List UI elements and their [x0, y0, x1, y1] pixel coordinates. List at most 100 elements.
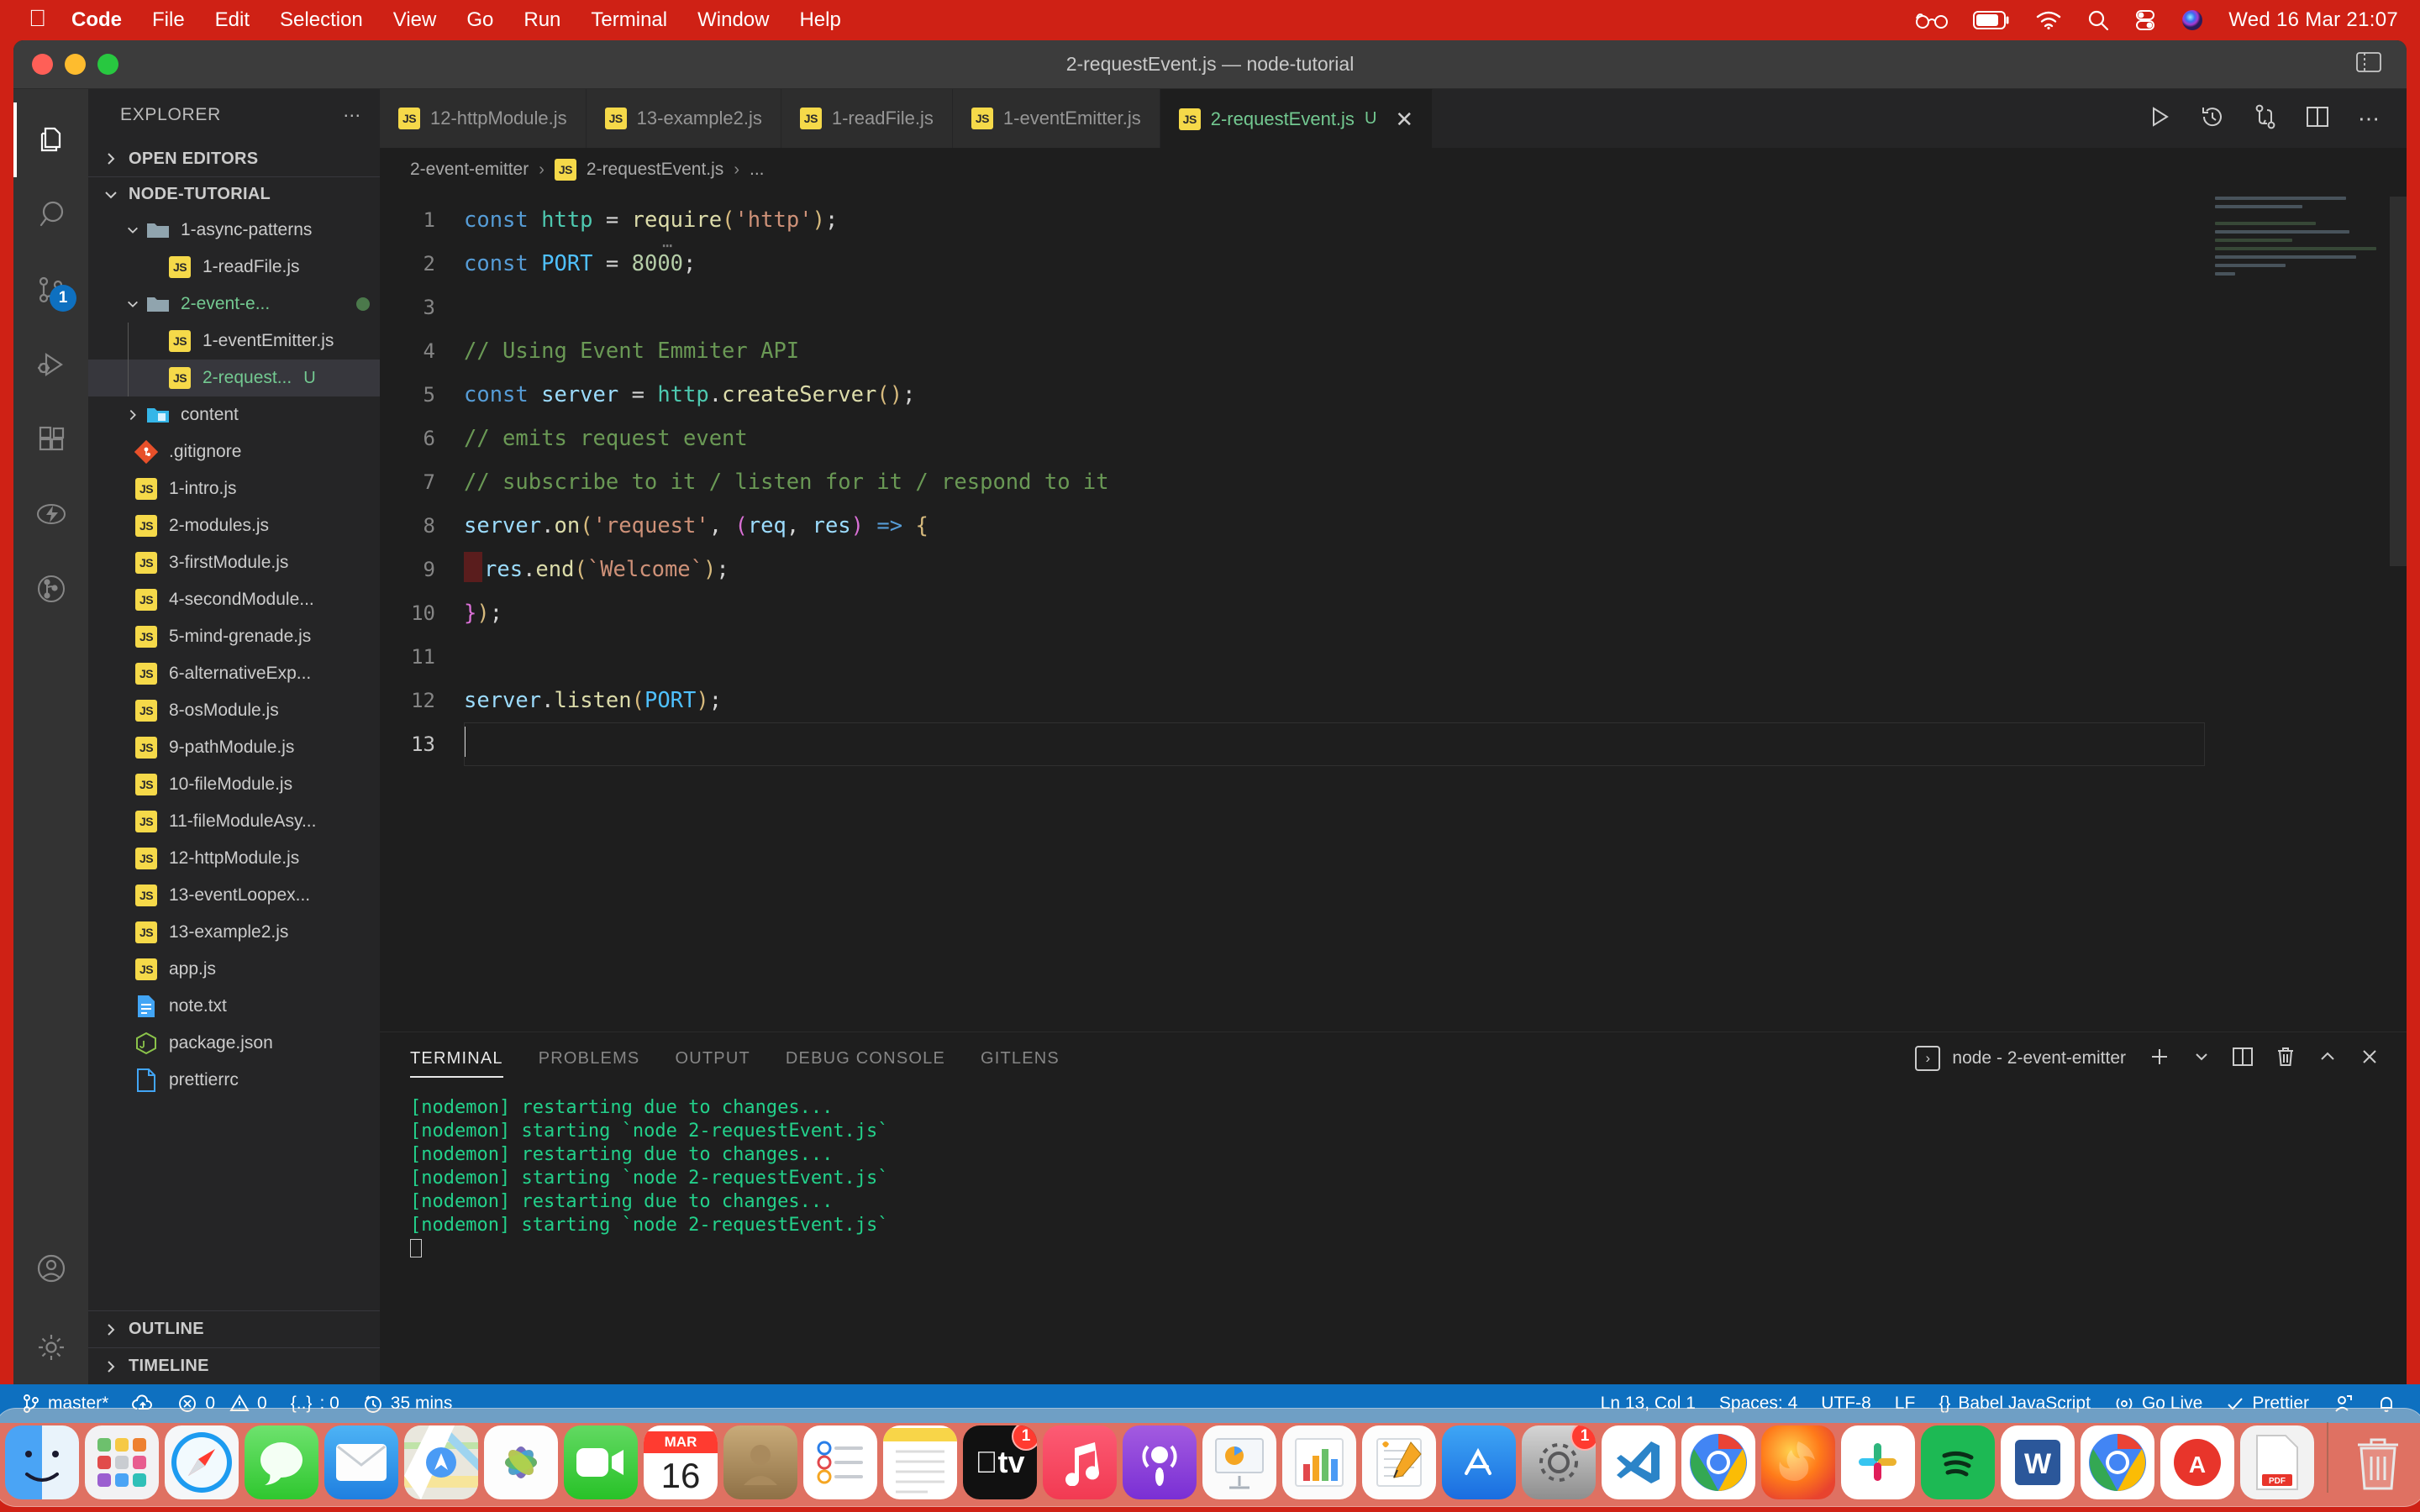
dock-item-system-preferences[interactable]: 1 [1522, 1425, 1596, 1499]
git-compare-icon[interactable] [2254, 104, 2277, 134]
dock-item-launchpad[interactable] [85, 1425, 159, 1499]
dock-item-spotify[interactable] [1921, 1425, 1995, 1499]
chevron-down-icon[interactable] [2193, 1048, 2210, 1069]
sidebar-item-gitlens[interactable] [13, 551, 88, 626]
tree-file-1-readFile-js[interactable]: JS 1-readFile.js [88, 249, 380, 286]
play-icon[interactable] [2148, 105, 2171, 133]
close-window-button[interactable] [32, 54, 53, 75]
section-open-editors[interactable]: OPEN EDITORS [88, 141, 380, 176]
menu-item-file[interactable]: File [152, 8, 185, 32]
menu-item-code[interactable]: Code [71, 8, 122, 32]
tab-1-readFile-js[interactable]: JS 1-readFile.js [781, 89, 953, 148]
tree-folder-1-async-patterns[interactable]: 1-async-patterns [88, 212, 380, 249]
tab-terminal[interactable]: TERMINAL [410, 1032, 503, 1084]
dock-item-finder[interactable] [5, 1425, 79, 1499]
tab-2-requestEvent-js[interactable]: JS 2-requestEvent.js U ✕ [1160, 89, 1433, 148]
ellipsis-icon[interactable]: ⋯ [2358, 106, 2380, 132]
tree-file-9-pathModule-js[interactable]: JS9-pathModule.js [88, 729, 380, 766]
dock-item-photos[interactable] [484, 1425, 558, 1499]
menu-item-help[interactable]: Help [799, 8, 840, 32]
tree-file-gitignore[interactable]: .gitignore [88, 433, 380, 470]
sidebar-item-thunder-client[interactable] [13, 476, 88, 551]
tab-12-httpModule-js[interactable]: JS 12-httpModule.js [380, 89, 587, 148]
dock-item-pages[interactable] [1362, 1425, 1436, 1499]
siri-icon[interactable] [2181, 9, 2203, 31]
section-node-tutorial[interactable]: NODE-TUTORIAL [88, 176, 380, 212]
customize-layout-icon[interactable] [2356, 51, 2381, 77]
minimap[interactable] [2215, 197, 2383, 297]
dock-item-calendar[interactable]: MAR 16 [644, 1425, 718, 1499]
close-icon[interactable]: ✕ [1395, 108, 1413, 130]
apple-menu-icon[interactable]:  [29, 7, 46, 30]
sidebar-item-source-control[interactable]: 1 [13, 252, 88, 327]
sidebar-item-settings[interactable] [13, 1310, 88, 1384]
search-icon[interactable] [2087, 9, 2109, 31]
close-icon[interactable] [2360, 1047, 2380, 1071]
sidebar-item-explorer[interactable] [13, 102, 88, 177]
dock-item-maps[interactable] [404, 1425, 478, 1499]
tree-file-2-requestEvent-js[interactable]: JS 2-request... U [88, 360, 380, 396]
sidebar-item-search[interactable] [13, 177, 88, 252]
dock-item-keynote[interactable] [1202, 1425, 1276, 1499]
dock-item-contacts[interactable] [723, 1425, 797, 1499]
tab-problems[interactable]: PROBLEMS [539, 1032, 640, 1084]
dock-item-app-store[interactable] [1442, 1425, 1516, 1499]
dock-item-firefox[interactable] [1761, 1425, 1835, 1499]
tab-gitlens[interactable]: GITLENS [981, 1032, 1060, 1084]
menu-item-go[interactable]: Go [466, 8, 493, 32]
tree-file-13-eventLoopexample-js[interactable]: JS13-eventLoopex... [88, 877, 380, 914]
tree-file-1-eventEmitter-js[interactable]: JS 1-eventEmitter.js [88, 323, 380, 360]
code-editor[interactable]: 1 const http = require('http');⋯ 2 const… [380, 192, 2407, 1032]
control-center-icon[interactable] [2134, 9, 2156, 31]
tree-file-1-intro-js[interactable]: JS1-intro.js [88, 470, 380, 507]
dock-item-numbers[interactable] [1282, 1425, 1356, 1499]
dock-item-mail[interactable] [324, 1425, 398, 1499]
tab-output[interactable]: OUTPUT [675, 1032, 750, 1084]
breadcrumb-symbols[interactable]: ... [750, 160, 765, 180]
tree-file-6-alternativeExport-js[interactable]: JS6-alternativeExp... [88, 655, 380, 692]
menu-item-window[interactable]: Window [697, 8, 769, 32]
tab-1-eventEmitter-js[interactable]: JS 1-eventEmitter.js [953, 89, 1160, 148]
dock-item-safari[interactable] [165, 1425, 239, 1499]
sidebar-item-extensions[interactable] [13, 402, 88, 476]
dock-item-messages[interactable] [245, 1425, 318, 1499]
tree-file-12-httpModule-js[interactable]: JS12-httpModule.js [88, 840, 380, 877]
tree-folder-content[interactable]: content [88, 396, 380, 433]
plus-icon[interactable] [2148, 1045, 2171, 1073]
chevron-up-icon[interactable] [2317, 1047, 2338, 1071]
terminal-output[interactable]: [nodemon] restarting due to changes... [… [380, 1084, 2407, 1384]
menu-item-terminal[interactable]: Terminal [591, 8, 667, 32]
dock-item-apple-tv[interactable]: tv 1 [963, 1425, 1037, 1499]
dock-item-trash[interactable] [2341, 1425, 2415, 1499]
editor-scrollbar[interactable] [2390, 197, 2407, 566]
tree-file-2-modules-js[interactable]: JS2-modules.js [88, 507, 380, 544]
menu-item-edit[interactable]: Edit [215, 8, 250, 32]
tree-file-package-json[interactable]: package.json [88, 1025, 380, 1062]
maximize-window-button[interactable] [97, 54, 118, 75]
dock-item-chrome-canary[interactable] [2081, 1425, 2154, 1499]
sidebar-item-accounts[interactable] [13, 1235, 88, 1310]
trash-icon[interactable] [2275, 1046, 2296, 1072]
dock-item-google-chrome[interactable] [1681, 1425, 1755, 1499]
menu-item-selection[interactable]: Selection [280, 8, 363, 32]
wifi-icon[interactable] [2035, 10, 2062, 30]
tree-file-prettierrc[interactable]: prettierrc [88, 1062, 380, 1099]
ellipsis-icon[interactable]: ⋯ [343, 105, 361, 126]
tree-file-8-osModule-js[interactable]: JS8-osModule.js [88, 692, 380, 729]
tab-debug-console[interactable]: DEBUG CONSOLE [786, 1032, 945, 1084]
tree-file-note-txt[interactable]: note.txt [88, 988, 380, 1025]
glasses-icon[interactable] [1916, 11, 1948, 29]
menu-item-view[interactable]: View [393, 8, 437, 32]
tree-file-13-example2-js[interactable]: JS13-example2.js [88, 914, 380, 951]
minimize-window-button[interactable] [65, 54, 86, 75]
tree-file-app-js[interactable]: JSapp.js [88, 951, 380, 988]
dock-item-notes[interactable] [883, 1425, 957, 1499]
dock-item-reminders[interactable] [803, 1425, 877, 1499]
dock-item-slack[interactable] [1841, 1425, 1915, 1499]
breadcrumb-folder[interactable]: 2-event-emitter [410, 160, 529, 180]
sidebar-item-run-and-debug[interactable] [13, 327, 88, 402]
section-outline[interactable]: OUTLINE [88, 1310, 380, 1347]
terminal-selector[interactable]: › node - 2-event-emitter [1915, 1046, 2126, 1071]
dock-item-facetime[interactable] [564, 1425, 638, 1499]
breadcrumb-file[interactable]: 2-requestEvent.js [587, 160, 723, 180]
